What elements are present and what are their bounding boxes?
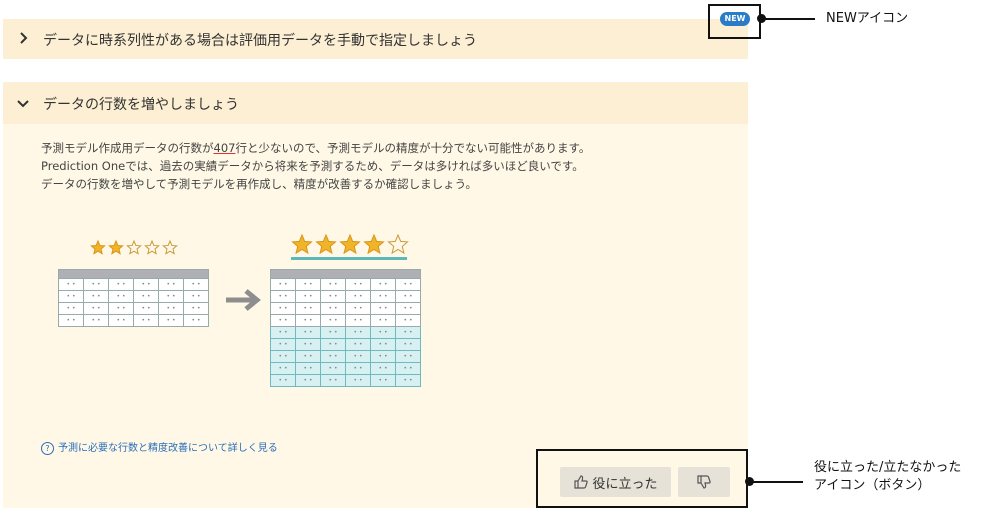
rating-before xyxy=(90,240,178,255)
feedback-annotation: 役に立った/立たなかった アイコン（ボタン） xyxy=(814,460,962,493)
callout-line xyxy=(765,18,815,20)
star-filled-icon xyxy=(291,234,313,255)
rating-after xyxy=(291,234,409,255)
chevron-down-icon xyxy=(17,100,29,108)
advice-text: 予測モデル作成用データの行数が407行と少ないので、予測モデルの精度が十分でない… xyxy=(41,139,590,193)
row-count: 407 xyxy=(213,141,236,155)
star-filled-icon xyxy=(108,240,124,255)
accordion-title: データの行数を増やしましょう xyxy=(43,97,239,113)
large-data-table-icon: • • • • • • • • • • • • • • • • • • • • • • • • • • •… xyxy=(270,269,421,387)
advice-line-2: Prediction Oneでは、過去の実績データから将来を予測するため、データ… xyxy=(41,159,584,173)
star-empty-icon xyxy=(387,234,409,255)
star-filled-icon xyxy=(339,234,361,255)
helpful-button[interactable]: 役に立った xyxy=(560,467,671,497)
accordion-title: データに時系列性がある場合は評価用データを手動で指定しましょう xyxy=(43,33,477,49)
advice-line-3: データの行数を増やして予測モデルを再作成し、精度が改善するか確認しましょう。 xyxy=(41,177,477,191)
rating-underline xyxy=(291,257,407,260)
small-data-table-icon: • • • • • • • • • • • • • • • • • • • • • • • • • • •… xyxy=(58,269,209,327)
new-badge: NEW xyxy=(720,12,750,26)
star-empty-icon xyxy=(144,240,160,255)
star-empty-icon xyxy=(126,240,142,255)
new-icon-annotation: NEWアイコン xyxy=(826,11,909,26)
help-link[interactable]: ? 予測に必要な行数と精度改善について詳しく見る xyxy=(41,439,278,455)
star-filled-icon xyxy=(363,234,385,255)
star-filled-icon xyxy=(315,234,337,255)
star-empty-icon xyxy=(162,240,178,255)
chevron-right-icon xyxy=(20,32,28,44)
thumbs-down-icon xyxy=(697,475,711,489)
star-filled-icon xyxy=(90,240,106,255)
advice-line-1: 予測モデル作成用データの行数が407行と少ないので、予測モデルの精度が十分でない… xyxy=(41,141,591,155)
callout-line xyxy=(753,481,803,483)
arrow-right-icon xyxy=(226,289,261,311)
thumbs-up-icon xyxy=(574,475,589,489)
question-icon: ? xyxy=(41,441,54,455)
accordion-timeseries[interactable]: データに時系列性がある場合は評価用データを手動で指定しましょう xyxy=(3,19,748,59)
accordion-header[interactable]: データの行数を増やしましょう xyxy=(3,82,748,124)
not-helpful-button[interactable] xyxy=(678,467,730,497)
